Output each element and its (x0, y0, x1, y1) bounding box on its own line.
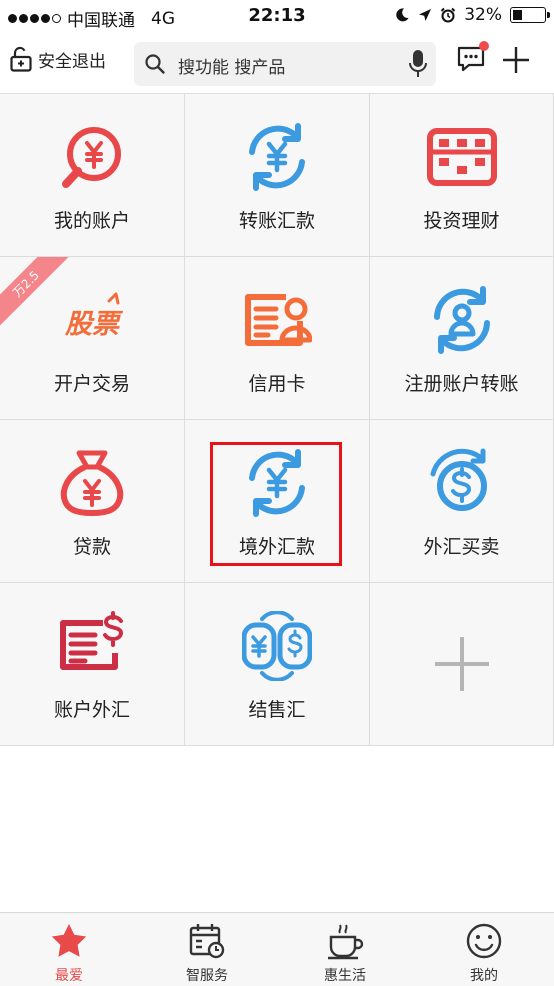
star-icon (51, 924, 87, 957)
tab-favorites[interactable]: 最爱 (0, 913, 138, 986)
tab-label: 惠生活 (324, 968, 366, 984)
message-button[interactable] (456, 41, 489, 78)
grid-item-loan[interactable]: 贷款 (0, 420, 185, 583)
coffee-cup-icon (328, 924, 364, 960)
battery-percent: 32% (464, 5, 502, 25)
grid-item-add[interactable] (370, 583, 554, 746)
logout-label: 安全退出 (38, 51, 106, 72)
grid-item-forex-trading[interactable]: 外汇买卖 (370, 420, 554, 583)
person-cycle-icon (433, 286, 490, 354)
notification-dot (479, 41, 489, 51)
grid-item-registered-transfer[interactable]: 注册账户转账 (370, 257, 554, 420)
unlock-icon (10, 46, 32, 72)
grid-item-open-account-trade[interactable]: 万2.5 股票 开户交易 (0, 257, 185, 420)
tab-smart-service[interactable]: 智服务 (138, 913, 276, 986)
function-grid: 我的账户 转账汇款 投资理财 万2.5 股票 开户交易 信用卡 注册账户转账 贷… (0, 94, 554, 746)
grid-item-label: 账户外汇 (53, 699, 130, 721)
add-button[interactable] (500, 44, 532, 80)
grid-item-transfer[interactable]: 转账汇款 (185, 94, 370, 257)
microphone-icon[interactable] (408, 49, 428, 83)
search-bar[interactable]: 搜功能 搜产品 (134, 42, 436, 86)
grid-item-label: 信用卡 (248, 373, 306, 395)
tab-life[interactable]: 惠生活 (276, 913, 414, 986)
battery-icon (510, 7, 550, 23)
grid-item-label: 我的账户 (53, 210, 130, 232)
grid-item-account-forex[interactable]: 账户外汇 (0, 583, 185, 746)
stock-logo-text: 股票 (64, 309, 124, 340)
grid-item-investment[interactable]: 投资理财 (370, 94, 554, 257)
location-arrow-icon (419, 9, 432, 21)
yuan-dollar-exchange-icon (242, 611, 312, 681)
grid-item-credit-card[interactable]: 信用卡 (185, 257, 370, 420)
abacus-icon (426, 128, 497, 186)
bottom-tab-bar: 最爱 智服务 惠生活 我的 (0, 912, 554, 986)
money-bag-icon (60, 450, 124, 517)
top-header: 安全退出 搜功能 搜产品 (0, 34, 554, 94)
grid-item-label: 外汇买卖 (423, 536, 500, 558)
grid-item-fx-settlement[interactable]: 结售汇 (185, 583, 370, 746)
tab-label: 智服务 (186, 968, 228, 984)
dollar-cycle-icon (430, 448, 487, 511)
selection-highlight-box (210, 442, 342, 566)
status-bar: 中国联通 4G 22:13 32% (0, 0, 554, 34)
search-icon (144, 53, 166, 79)
plus-icon (503, 47, 529, 73)
grid-item-my-account[interactable]: 我的账户 (0, 94, 185, 257)
search-input-placeholder: 搜功能 搜产品 (178, 58, 286, 78)
smiley-icon (466, 923, 502, 959)
credit-card-icon (245, 294, 312, 346)
transfer-yuan-cycle-icon (249, 123, 305, 191)
account-dollar-card-icon (60, 611, 124, 670)
tab-label: 最爱 (55, 968, 83, 984)
calendar-clock-icon (189, 924, 225, 959)
grid-item-label: 投资理财 (423, 210, 500, 232)
grid-item-label: 结售汇 (248, 699, 306, 721)
account-yuan-magnifier-icon (62, 127, 121, 188)
grid-item-label: 开户交易 (53, 373, 130, 395)
stock-logo-icon: 股票 (64, 292, 124, 340)
add-icon (434, 637, 489, 691)
moon-icon (396, 8, 409, 22)
grid-item-label: 贷款 (72, 536, 111, 558)
status-right: 32% (394, 5, 550, 25)
tab-mine[interactable]: 我的 (414, 913, 554, 986)
grid-item-label: 注册账户转账 (404, 373, 519, 395)
logout-button[interactable]: 安全退出 (10, 46, 106, 72)
alarm-clock-icon (440, 7, 456, 23)
tab-label: 我的 (470, 968, 498, 984)
grid-item-label: 转账汇款 (238, 210, 315, 232)
